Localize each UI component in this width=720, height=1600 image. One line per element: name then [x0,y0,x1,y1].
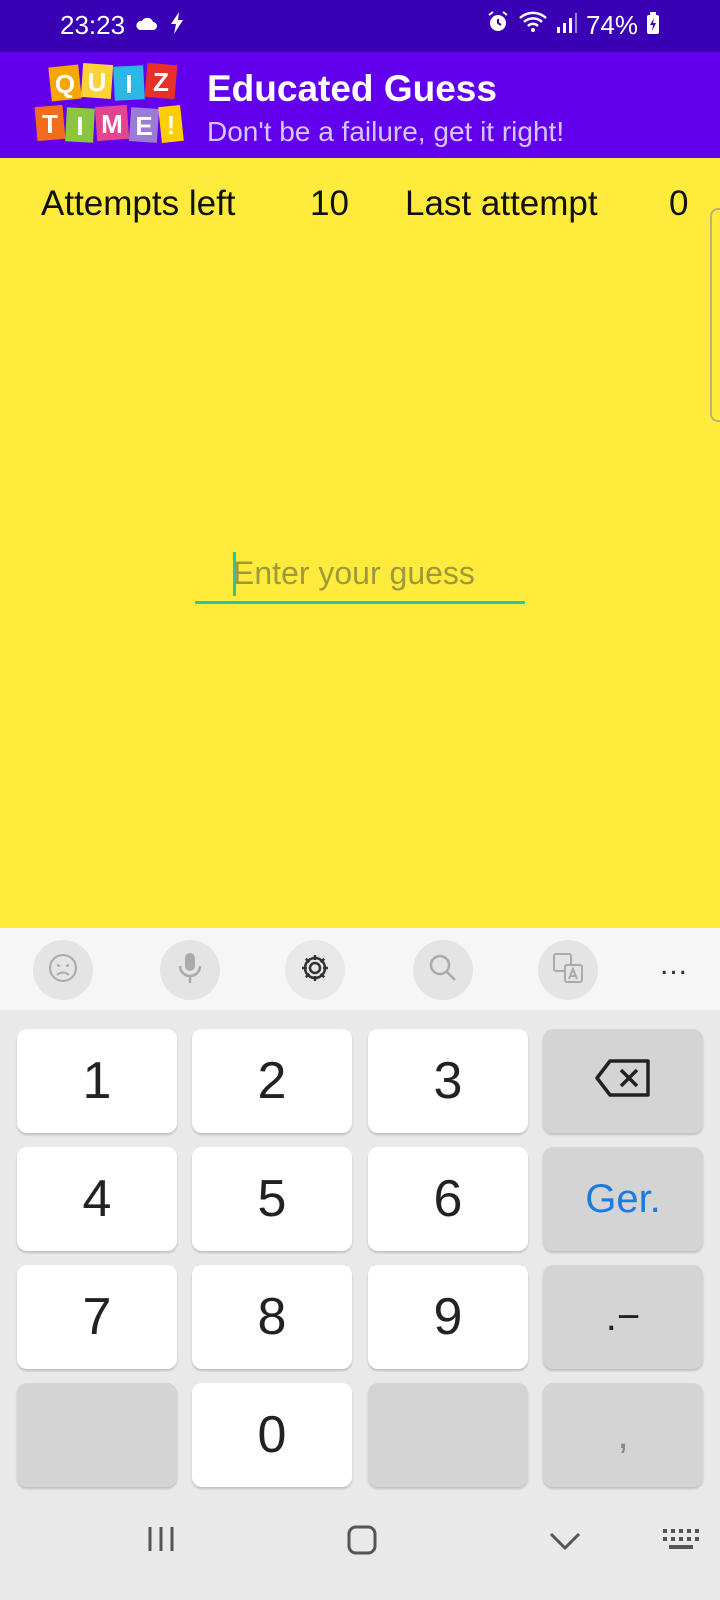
battery-percent: 74% [585,10,638,40]
key-0[interactable]: 0 [192,1383,352,1487]
backspace-key[interactable] [543,1029,703,1133]
translate-icon [551,951,585,990]
emoji-button[interactable] [33,940,93,1000]
keyboard-switch-button[interactable] [662,1528,700,1557]
cloud-icon [134,15,158,36]
logo-letter-m: M [101,109,123,139]
status-bar: 23:23 74% [0,0,720,52]
comma-key-label: , [617,1412,629,1457]
logo-letter-i2: I [76,111,83,141]
key-1[interactable]: 1 [17,1029,177,1133]
keyboard-search-button[interactable] [413,940,473,1000]
voice-input-button[interactable] [160,940,220,1000]
search-icon [427,952,459,989]
home-button[interactable] [346,1524,378,1561]
quiz-time-logo: Q U I Z T I M E ! [34,62,184,144]
comma-key[interactable]: , [543,1383,703,1487]
wifi-icon [518,10,548,41]
app-bar: Q U I Z T I M E ! Educated Guess Don't b… [0,52,720,158]
next-key-label: Ger. [585,1176,661,1221]
logo-letter-i: I [125,69,132,99]
settings-icon [299,952,331,989]
signal-icon [556,10,578,41]
key-7[interactable]: 7 [17,1265,177,1369]
key-8[interactable]: 8 [192,1265,352,1369]
blank-key-left [17,1383,177,1487]
recent-apps-icon [146,1527,176,1558]
app-title: Educated Guess [207,68,497,109]
navigation-bar [0,1494,720,1600]
key-5[interactable]: 5 [192,1147,352,1251]
dot-dash-key[interactable]: .− [543,1265,703,1369]
logo-letter-e: E [135,111,152,141]
alarm-icon [486,10,510,41]
next-key[interactable]: Ger. [543,1147,703,1251]
key-3[interactable]: 3 [368,1029,528,1133]
attempts-left-value: 10 [310,184,349,223]
emoji-icon [47,952,79,989]
key-6[interactable]: 6 [368,1147,528,1251]
app-subtitle: Don't be a failure, get it right! [207,116,565,147]
home-icon [346,1525,378,1560]
key-2[interactable]: 2 [192,1029,352,1133]
key-9[interactable]: 9 [368,1265,528,1369]
logo-letter-q: Q [55,69,75,99]
numeric-keyboard: 1 2 3 4 5 6 Ger. 7 8 9 .− 0 , [0,1010,720,1494]
hide-keyboard-button[interactable] [548,1530,582,1557]
recent-apps-button[interactable] [146,1524,176,1559]
last-attempt-label: Last attempt [405,184,598,223]
blank-key-right [368,1383,528,1487]
logo-letter-t: T [42,109,58,139]
guess-input[interactable] [233,548,523,598]
attempts-left-label: Attempts left [41,184,236,223]
guess-field[interactable] [195,548,525,604]
keyboard-toolbar: ... [0,928,720,1010]
charging-bolt-icon [170,12,184,39]
key-4[interactable]: 4 [17,1147,177,1251]
status-time: 23:23 [60,10,126,40]
battery-icon [646,10,660,41]
backspace-icon [594,1051,652,1111]
main-content: Attempts left 10 Last attempt 0 [0,158,720,928]
more-icon[interactable]: ... [660,948,688,982]
microphone-icon [175,951,205,990]
last-attempt-value: 0 [669,184,689,223]
logo-letter-exclaim: ! [167,110,176,140]
text-cursor [233,552,236,596]
translate-button[interactable] [538,940,598,1000]
keyboard-icon [662,1529,700,1556]
dot-dash-key-label: .− [605,1294,641,1339]
logo-letter-u: U [88,67,107,97]
logo-letter-z: Z [153,67,169,97]
edge-panel-handle[interactable] [710,208,720,422]
chevron-down-icon [548,1532,582,1556]
keyboard-settings-button[interactable] [285,940,345,1000]
